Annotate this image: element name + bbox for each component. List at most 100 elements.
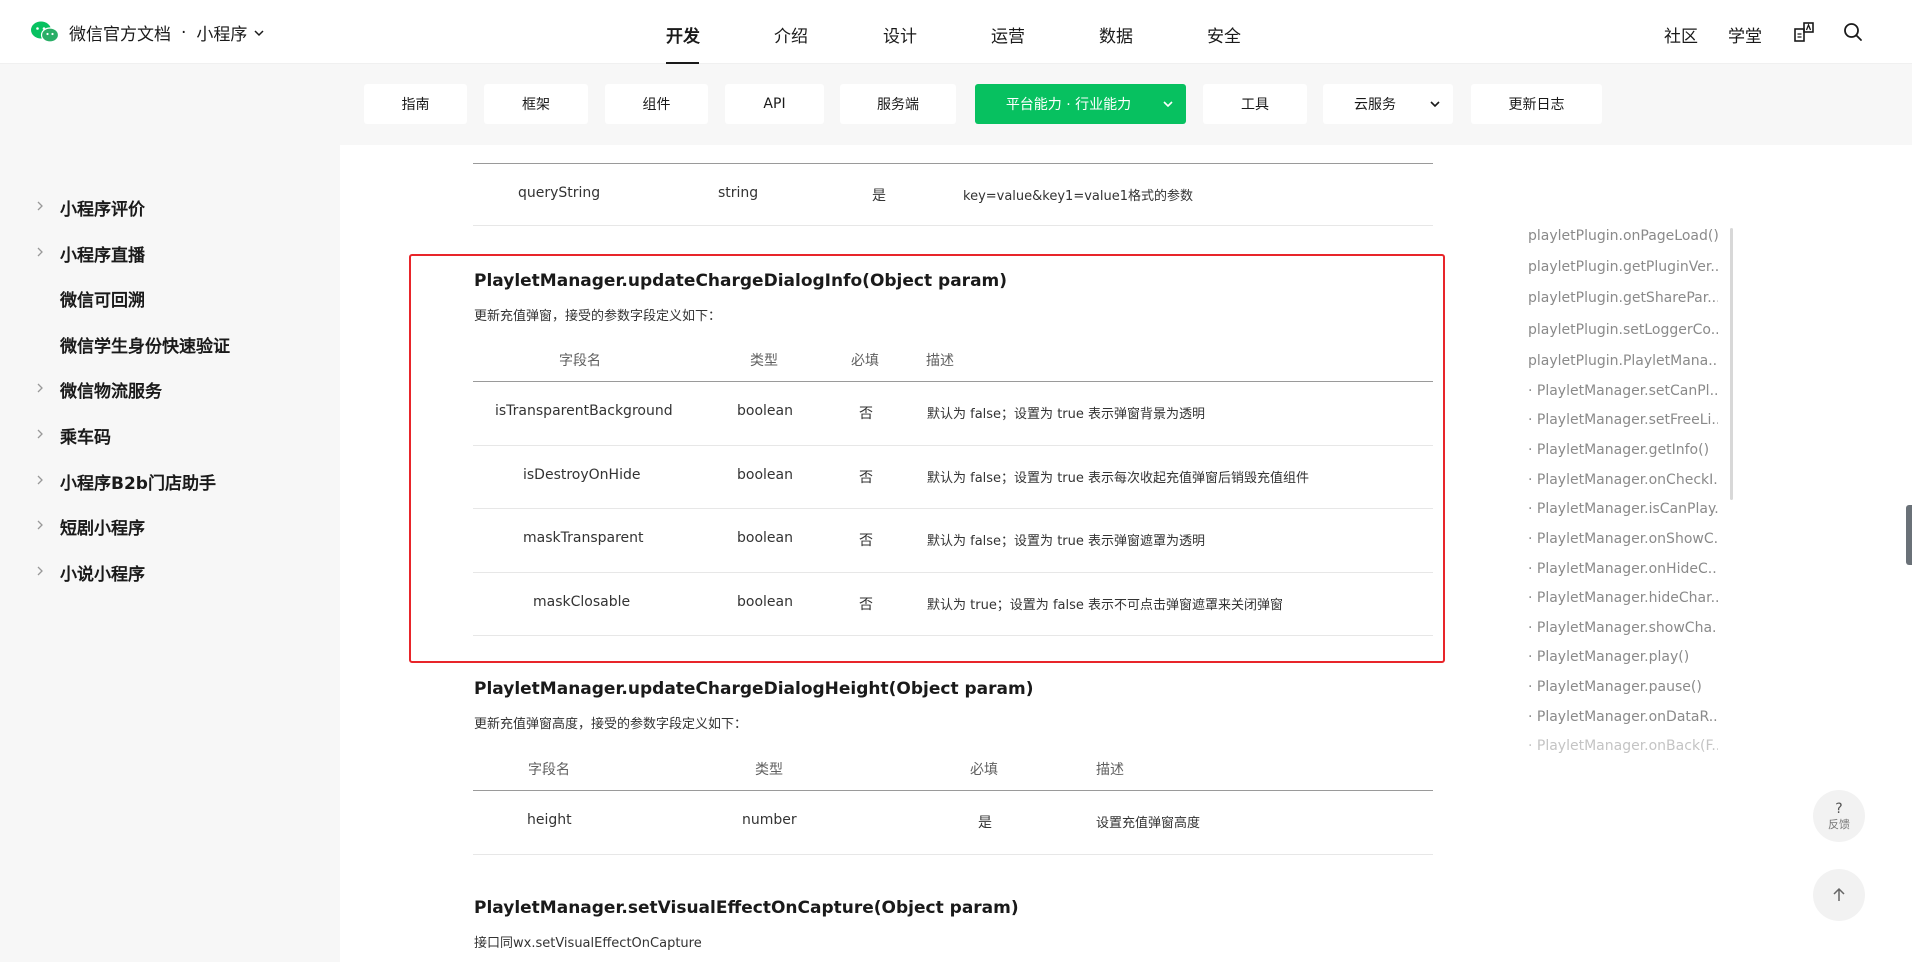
sidebar-item-b2b[interactable]: 小程序B2b门店助手 bbox=[60, 469, 216, 494]
mini-program-qrcode-icon[interactable] bbox=[1793, 21, 1815, 43]
table-cell: height bbox=[527, 812, 572, 828]
section-description: 接口同wx.setVisualEffectOnCapture bbox=[474, 936, 702, 951]
section-title: PlayletManager.updateChargeDialogInfo(Ob… bbox=[474, 271, 1008, 291]
toc-item[interactable]: · PlayletManager.hideChar... bbox=[1528, 590, 1718, 606]
community-link[interactable]: 社区 bbox=[1664, 22, 1698, 47]
table-cell: boolean bbox=[737, 467, 793, 483]
feedback-button[interactable]: ? 反馈 bbox=[1813, 790, 1865, 842]
chevron-right-icon[interactable] bbox=[35, 247, 45, 257]
section-title: PlayletManager.setVisualEffectOnCapture(… bbox=[474, 898, 1019, 918]
sidebar-item-logistics[interactable]: 微信物流服务 bbox=[60, 377, 162, 402]
top-header: 微信官方文档 · 小程序 开发 介绍 设计 运营 数据 安全 社区 学堂 bbox=[0, 0, 1912, 64]
chevron-right-icon[interactable] bbox=[35, 520, 45, 530]
table-cell: key=value&key1=value1格式的参数 bbox=[963, 189, 1193, 204]
sidebar-item-live[interactable]: 小程序直播 bbox=[60, 241, 145, 266]
sidebar-item-playlet[interactable]: 短剧小程序 bbox=[60, 514, 145, 539]
table-cell: 否 bbox=[859, 597, 873, 613]
search-icon[interactable] bbox=[1842, 21, 1864, 43]
chevron-right-icon[interactable] bbox=[35, 383, 45, 393]
table-cell: queryString bbox=[518, 185, 601, 201]
product-switcher[interactable]: 小程序 bbox=[196, 20, 247, 45]
toc-item[interactable]: playletPlugin.getPluginVer... bbox=[1528, 259, 1718, 275]
table-header: 必填 bbox=[851, 353, 879, 369]
toc-item[interactable]: playletPlugin.onPageLoad() bbox=[1528, 228, 1718, 244]
table-header: 类型 bbox=[750, 353, 778, 369]
chevron-right-icon[interactable] bbox=[35, 566, 45, 576]
chevron-down-icon bbox=[1430, 101, 1440, 108]
table-header: 字段名 bbox=[559, 353, 601, 369]
chevron-down-icon[interactable] bbox=[253, 27, 265, 39]
tab-components[interactable]: 组件 bbox=[605, 84, 708, 124]
question-icon: ? bbox=[1835, 800, 1843, 817]
nav-item-security[interactable]: 安全 bbox=[1207, 22, 1241, 47]
table-cell: 否 bbox=[859, 470, 873, 486]
wechat-logo-icon[interactable] bbox=[30, 20, 60, 44]
table-cell: 否 bbox=[859, 406, 873, 422]
table-row-divider bbox=[473, 635, 1433, 636]
tab-guide[interactable]: 指南 bbox=[364, 84, 467, 124]
table-header: 字段名 bbox=[528, 762, 570, 778]
table-cell: 设置充值弹窗高度 bbox=[1096, 816, 1201, 831]
table-cell: 默认为 false；设置为 true 表示弹窗背景为透明 bbox=[927, 407, 1206, 422]
tab-tools[interactable]: 工具 bbox=[1203, 84, 1307, 124]
toc-item[interactable]: · PlayletManager.getInfo() bbox=[1528, 442, 1718, 458]
chevron-down-icon bbox=[1163, 101, 1173, 108]
nav-item-dev[interactable]: 开发 bbox=[666, 22, 700, 47]
tab-server[interactable]: 服务端 bbox=[840, 84, 956, 124]
toc-item[interactable]: playletPlugin.setLoggerCo... bbox=[1528, 322, 1718, 338]
table-header-divider bbox=[473, 381, 1433, 382]
tab-cloud[interactable]: 云服务 bbox=[1323, 84, 1453, 124]
toc-item[interactable]: · PlayletManager.onHideC... bbox=[1528, 561, 1718, 577]
toc-item[interactable]: · PlayletManager.onDataR... bbox=[1528, 709, 1718, 725]
toc-item[interactable]: · PlayletManager.setCanPl... bbox=[1528, 383, 1718, 399]
toc-item[interactable]: · PlayletManager.pause() bbox=[1528, 679, 1718, 695]
section-title: PlayletManager.updateChargeDialogHeight(… bbox=[474, 679, 1034, 699]
tab-cloud-label: 云服务 bbox=[1354, 97, 1396, 113]
toc-item[interactable]: · PlayletManager.onBack(F... bbox=[1528, 738, 1718, 754]
chevron-right-icon[interactable] bbox=[35, 429, 45, 439]
table-cell: number bbox=[742, 812, 797, 828]
sidebar-item-ride-code[interactable]: 乘车码 bbox=[60, 423, 111, 448]
nav-item-data[interactable]: 数据 bbox=[1099, 22, 1133, 47]
chevron-right-icon[interactable] bbox=[35, 201, 45, 211]
table-row-divider bbox=[473, 508, 1433, 509]
chevron-right-icon[interactable] bbox=[35, 475, 45, 485]
toc-item[interactable]: · PlayletManager.play() bbox=[1528, 649, 1718, 665]
side-drawer-handle[interactable] bbox=[1906, 505, 1912, 565]
sidebar-item-review[interactable]: 小程序评价 bbox=[60, 195, 145, 220]
sub-nav: 指南 框架 组件 API 服务端 平台能力 · 行业能力 工具 云服务 更新日志 bbox=[0, 64, 1912, 145]
table-cell: 默认为 false；设置为 true 表示弹窗遮罩为透明 bbox=[927, 534, 1206, 549]
toc-scrollbar[interactable] bbox=[1730, 228, 1733, 500]
sidebar-item-traceback[interactable]: 微信可回溯 bbox=[60, 286, 145, 311]
table-row-divider bbox=[473, 445, 1433, 446]
toc-item[interactable]: · PlayletManager.onCheckI... bbox=[1528, 472, 1718, 488]
academy-link[interactable]: 学堂 bbox=[1728, 22, 1762, 47]
tab-framework[interactable]: 框架 bbox=[484, 84, 588, 124]
toc-item[interactable]: · PlayletManager.setFreeLi... bbox=[1528, 412, 1718, 428]
toc-item[interactable]: · PlayletManager.showCha... bbox=[1528, 620, 1718, 636]
sidebar-item-student-verify[interactable]: 微信学生身份快速验证 bbox=[60, 332, 230, 357]
table-row-divider bbox=[473, 225, 1433, 226]
feedback-label: 反馈 bbox=[1828, 817, 1850, 831]
table-cell: isTransparentBackground bbox=[495, 403, 673, 419]
nav-item-operation[interactable]: 运营 bbox=[991, 22, 1025, 47]
tab-changelog[interactable]: 更新日志 bbox=[1471, 84, 1602, 124]
table-cell: string bbox=[718, 185, 759, 201]
nav-item-intro[interactable]: 介绍 bbox=[774, 22, 808, 47]
back-to-top-button[interactable] bbox=[1813, 869, 1865, 921]
tab-platform-capability[interactable]: 平台能力 · 行业能力 bbox=[975, 84, 1186, 124]
nav-item-design[interactable]: 设计 bbox=[883, 22, 917, 47]
toc-item[interactable]: · PlayletManager.onShowC... bbox=[1528, 531, 1718, 547]
section-description: 更新充值弹窗，接受的参数字段定义如下： bbox=[474, 309, 722, 324]
tab-api[interactable]: API bbox=[725, 84, 824, 124]
toc-item[interactable]: · PlayletManager.isCanPlay... bbox=[1528, 501, 1718, 517]
table-cell: 默认为 true；设置为 false 表示不可点击弹窗遮罩来关闭弹窗 bbox=[927, 598, 1284, 613]
table-cell: 是 bbox=[978, 815, 992, 831]
table-cell: 是 bbox=[872, 188, 886, 204]
brand-title[interactable]: 微信官方文档 bbox=[69, 20, 171, 45]
table-cell: boolean bbox=[737, 594, 793, 610]
toc-item[interactable]: playletPlugin.PlayletMana... bbox=[1528, 353, 1718, 369]
sidebar-item-novel[interactable]: 小说小程序 bbox=[60, 560, 145, 585]
brand: 微信官方文档 · 小程序 bbox=[69, 20, 265, 45]
toc-item[interactable]: playletPlugin.getSharePar... bbox=[1528, 290, 1718, 306]
